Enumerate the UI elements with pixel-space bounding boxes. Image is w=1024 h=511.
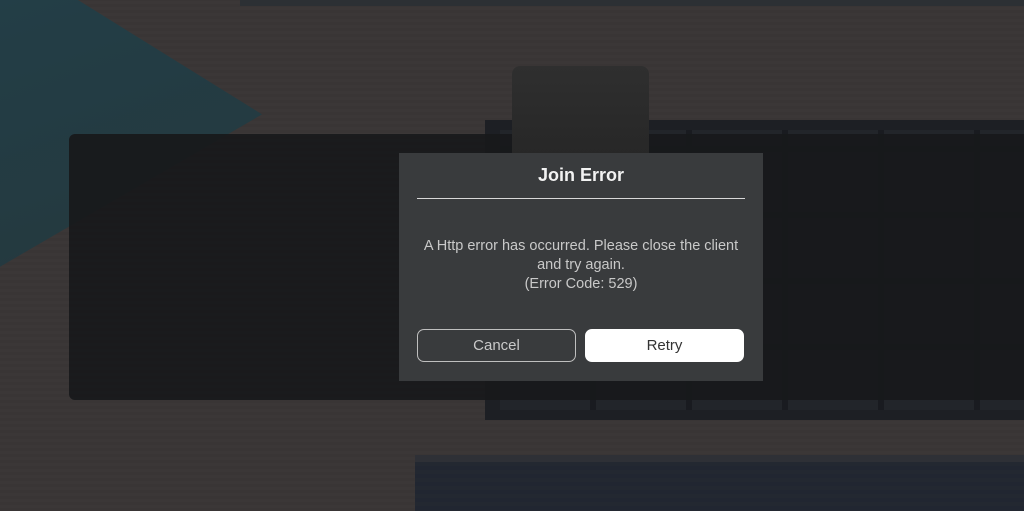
- join-error-dialog: Join Error A Http error has occurred. Pl…: [399, 153, 763, 381]
- dialog-title: Join Error: [537, 165, 625, 185]
- error-message: A Http error has occurred. Please close …: [417, 237, 745, 294]
- retry-button[interactable]: Retry: [585, 329, 744, 362]
- error-message-line: A Http error has occurred. Please close …: [423, 238, 739, 254]
- error-code-line: (Error Code: 529): [524, 276, 638, 292]
- game-thumbnail-placeholder: [512, 66, 649, 166]
- cancel-button[interactable]: Cancel: [417, 329, 576, 362]
- title-divider: [417, 198, 745, 199]
- error-message-line: and try again.: [537, 257, 625, 273]
